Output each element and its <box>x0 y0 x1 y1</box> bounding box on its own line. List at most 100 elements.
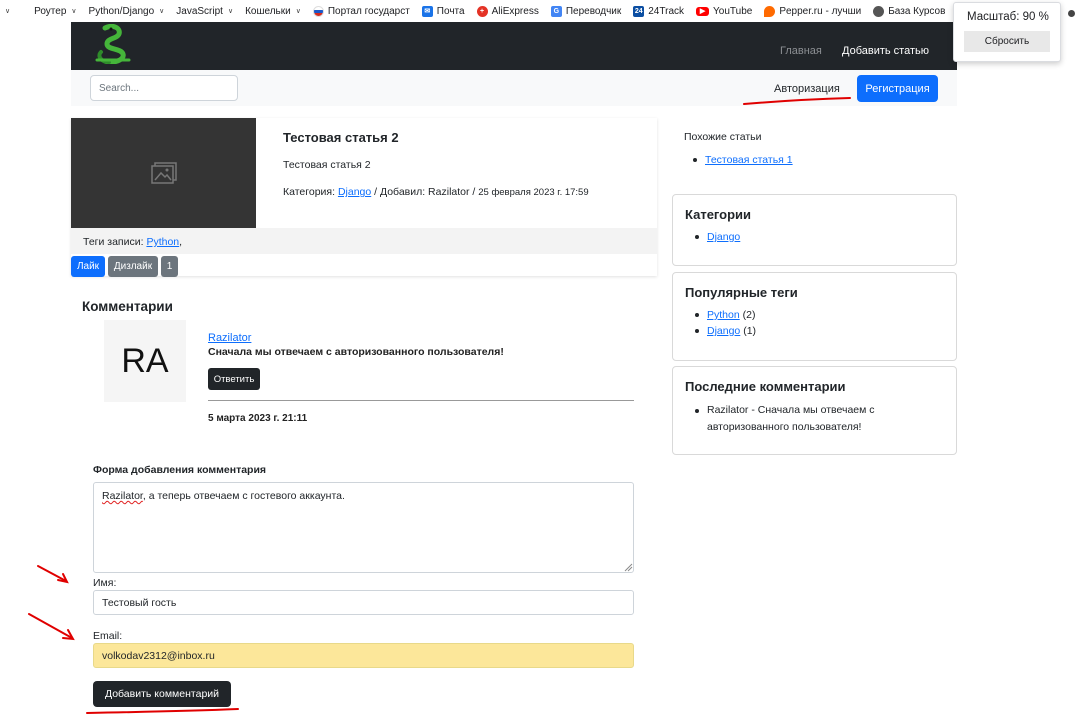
youtube-icon: ▶ <box>696 6 710 16</box>
zoom-popup: Масштаб: 90 % Сбросить <box>953 2 1061 62</box>
similar-article-link[interactable]: Тестовая статья 1 <box>705 154 793 166</box>
bookmark-label: Переводчик <box>565 5 622 17</box>
bookmark-mail[interactable]: ✉ Почта <box>421 5 465 17</box>
tag-item-link[interactable]: Python <box>707 309 740 321</box>
arrow-annotation <box>37 565 67 582</box>
bookmark-folder-javascript[interactable]: JavaScript ∨ <box>176 6 233 17</box>
tags-label: Теги записи: <box>83 236 144 248</box>
site-navbar: Главная Добавить статью <box>71 22 957 70</box>
avatar: RA <box>104 320 186 402</box>
bookmark-label: Портал государст <box>327 5 410 17</box>
comment-textarea[interactable]: Razilator, а теперь отвечаем с гостевого… <box>93 482 634 573</box>
bookmark-label: База Курсов <box>888 5 946 17</box>
categories-card: Категории Django <box>672 194 957 266</box>
extension-icon[interactable] <box>1068 10 1075 17</box>
bookmark-gosuslugi[interactable]: Портал государст <box>312 5 410 17</box>
comment-divider <box>208 400 634 401</box>
underline-annotation <box>86 708 239 714</box>
snake-logo-icon[interactable] <box>91 24 135 64</box>
comment-author-link[interactable]: Razilator <box>208 332 251 344</box>
bookmark-label: Роутер <box>34 5 67 17</box>
bookmark-pepper[interactable]: Pepper.ru - лучши <box>764 5 862 17</box>
tag-item-link[interactable]: Django <box>707 325 740 337</box>
name-label: Имя: <box>93 577 117 589</box>
list-item: Django <box>694 229 740 245</box>
nav-home-link[interactable]: Главная <box>780 45 822 57</box>
textarea-mention: Razilator <box>102 490 143 502</box>
sub-navbar: Авторизация Регистрация <box>71 70 957 106</box>
category-link[interactable]: Django <box>338 186 371 198</box>
popular-tags-list: Python (2) Django (1) <box>694 307 756 339</box>
textarea-text: , а теперь отвечаем с гостевого аккаунта… <box>142 490 345 502</box>
bookmark-label: AliExpress <box>491 5 539 17</box>
article-title: Тестовая статья 2 <box>283 130 399 145</box>
bookmark-folder-wallets[interactable]: Кошельки ∨ <box>245 6 301 17</box>
bookmark-folder-router[interactable]: Роутер ∨ <box>34 6 76 17</box>
bookmark-label: Pepper.ru - лучши <box>779 5 862 17</box>
image-placeholder-icon <box>150 162 177 184</box>
article-meta: Категория: Django / Добавил: Razilator /… <box>283 186 589 198</box>
russia-flag-icon <box>312 5 324 17</box>
like-button[interactable]: Лайк <box>71 256 105 277</box>
nav-add-article-link[interactable]: Добавить статью <box>842 45 929 57</box>
bookmark-translate[interactable]: G Переводчик <box>550 5 622 17</box>
categories-title: Категории <box>685 207 752 222</box>
zoom-level: Масштаб: 90 % <box>967 11 1049 23</box>
chevron-down-icon: ∨ <box>227 8 234 15</box>
search-input[interactable] <box>90 75 238 101</box>
register-button[interactable]: Регистрация <box>857 75 938 102</box>
name-field[interactable] <box>93 590 634 615</box>
bookmark-label: 24Track <box>648 5 685 17</box>
arrow-head-annotation <box>57 573 69 584</box>
comment-form-title: Форма добавления комментария <box>93 464 267 476</box>
tag-link[interactable]: Python <box>146 236 179 248</box>
last-comments-title: Последние комментарии <box>685 379 846 394</box>
bookmark-baza-kursov[interactable]: База Курсов <box>873 5 946 17</box>
zoom-reset-button[interactable]: Сбросить <box>964 31 1050 52</box>
aliexpress-icon: + <box>476 5 488 17</box>
list-item: Тестовая статья 1 <box>693 152 793 168</box>
pepper-icon <box>764 5 776 17</box>
article-thumbnail <box>71 118 256 228</box>
article-date: 25 февраля 2023 г. 17:59 <box>478 187 589 198</box>
bookmark-folder-python[interactable]: Python/Django ∨ <box>89 6 165 17</box>
bookmark-folder-0[interactable]: ∨ <box>0 7 10 15</box>
bookmark-label: JavaScript <box>176 5 223 17</box>
last-comment-item: Razilator - Сначала мы отвечаем с автори… <box>695 402 927 436</box>
arrow-head-annotation <box>62 629 75 641</box>
article-text: Тестовая статья 2 <box>283 159 371 171</box>
article-tags: Теги записи: Python, <box>71 228 657 254</box>
comment-date: 5 марта 2023 г. 21:11 <box>208 413 308 424</box>
bookmark-label: Почта <box>436 5 465 17</box>
add-comment-button[interactable]: Добавить комментарий <box>93 681 231 707</box>
arrow-annotation <box>28 613 73 639</box>
tag-count: (2) <box>742 309 756 321</box>
bookmark-24track[interactable]: 24 24Track <box>633 5 685 17</box>
bookmark-label: Python/Django <box>88 5 155 17</box>
list-item: Django (1) <box>694 323 756 339</box>
similar-articles-title: Похожие статьи <box>684 131 762 143</box>
rating-count: 1 <box>161 256 178 277</box>
mail-icon: ✉ <box>421 5 433 17</box>
email-field[interactable] <box>93 643 634 668</box>
bookmark-youtube[interactable]: ▶ YouTube <box>696 6 752 17</box>
popular-tags-card: Популярные теги Python (2) Django (1) <box>672 272 957 361</box>
tag-separator: , <box>179 236 183 248</box>
chevron-down-icon: ∨ <box>159 8 165 15</box>
category-item-link[interactable]: Django <box>707 231 740 243</box>
reply-button[interactable]: Ответить <box>208 368 260 390</box>
author-meta: / Добавил: Razilator / <box>374 186 476 198</box>
chevron-down-icon: ∨ <box>295 8 301 15</box>
auth-link[interactable]: Авторизация <box>774 83 840 95</box>
list-item: Python (2) <box>694 307 756 323</box>
dislike-button[interactable]: Дизлайк <box>108 256 158 277</box>
comments-title: Комментарии <box>82 299 173 314</box>
categories-list: Django <box>694 229 740 245</box>
bookmark-label: YouTube <box>713 5 753 17</box>
category-label: Категория: <box>283 186 336 198</box>
bookmark-label: Кошельки <box>245 5 291 17</box>
bookmarks-bar: ∨ Роутер ∨ Python/Django ∨ JavaScript ∨ Кош… <box>0 0 1077 22</box>
last-comments-card: Последние комментарии Razilator - Сначал… <box>672 366 957 455</box>
bookmark-aliexpress[interactable]: + AliExpress <box>476 5 539 17</box>
email-label: Email: <box>93 630 123 642</box>
